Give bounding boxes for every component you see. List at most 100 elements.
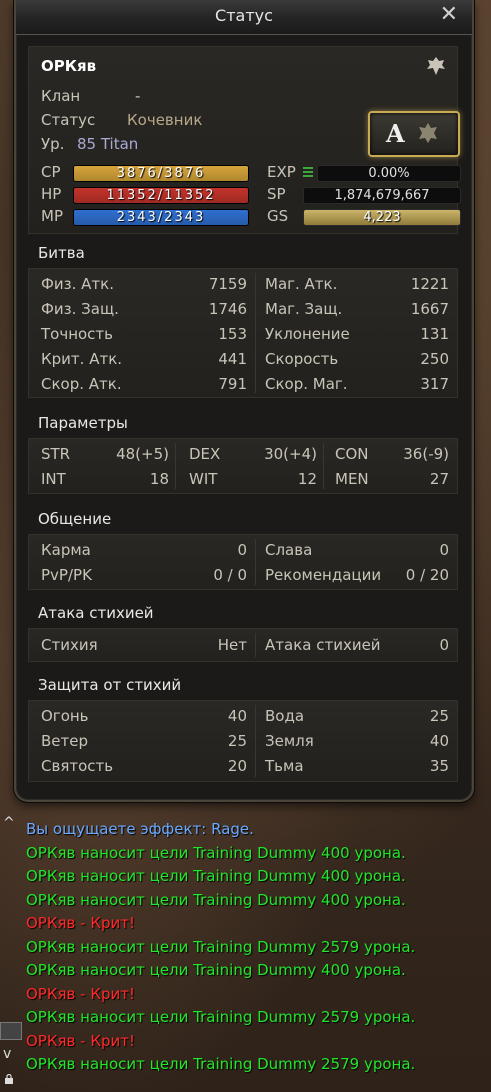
chat-line: ОРКяв наносит цели Training Dummy 400 ур… — [26, 961, 406, 979]
element-attack-label: Атака стихией — [265, 636, 381, 654]
element-label: Стихия — [41, 636, 98, 654]
recommendations-label: Рекомендации — [265, 566, 382, 584]
battle-left-1-label: Физ. Защ. — [41, 300, 119, 318]
exp-value: 0.00% — [368, 166, 410, 181]
battle-right-2-label: Уклонение — [265, 325, 350, 343]
battle-right-2-value: 131 — [420, 325, 449, 343]
cp-text: 3876/3876 — [116, 166, 206, 181]
hp-label: HP — [41, 185, 62, 203]
battle-left-4-label: Скор. Атк. — [41, 375, 122, 393]
fame-label: Слава — [265, 541, 313, 559]
close-icon[interactable]: ✕ — [440, 3, 458, 27]
title-bar[interactable]: Статус ✕ — [16, 0, 472, 35]
earth-value: 40 — [429, 732, 449, 750]
element-defense-header: Защита от стихий — [38, 676, 182, 694]
param-con-value: 36(-9) — [403, 445, 449, 463]
params-divider-1 — [175, 443, 176, 489]
social-panel: Карма 0 PvP/PK 0 / 0 Слава 0 Рекомендаци… — [28, 534, 458, 590]
battle-left-0-label: Физ. Атк. — [41, 275, 115, 293]
param-dex-value: 30(+4) — [264, 445, 317, 463]
element-attack-panel: Стихия Нет Атака стихией 0 — [28, 628, 458, 662]
params-panel: STR 48(+5) DEX 30(+4) CON 36(-9) INT 18 … — [28, 438, 458, 494]
battle-right-4-label: Скор. Маг. — [265, 375, 348, 393]
chat-scroll-up-icon[interactable]: ^ — [3, 815, 15, 831]
battle-left-2-value: 153 — [218, 325, 247, 343]
recommendations-value: 0 / 20 — [405, 566, 449, 584]
status-label: Статус — [41, 111, 96, 129]
params-divider-2 — [323, 443, 324, 489]
mp-bar: 2343/2343 — [73, 209, 249, 226]
cp-label: CP — [41, 163, 61, 181]
param-str-value: 48(+5) — [116, 445, 169, 463]
wind-value: 25 — [227, 732, 247, 750]
status-window: Статус ✕ ОРКяв Клан - Статус Кочевник Ур… — [14, 0, 474, 802]
element-attack-header: Атака стихией — [38, 604, 154, 622]
character-name: ОРКяв — [41, 57, 97, 75]
chat-line: ОРКяв - Крит! — [26, 1031, 135, 1050]
level-value: 85 Titan — [77, 135, 139, 153]
grade-emblem-icon — [419, 123, 437, 143]
exp-indicator-icon — [303, 167, 313, 177]
battle-left-4-value: 791 — [218, 375, 247, 393]
chat-line: ОРКяв наносит цели Training Dummy 400 ур… — [26, 843, 406, 862]
holy-value: 20 — [227, 757, 247, 775]
chat-scrollbar[interactable] — [0, 1022, 22, 1040]
chat-line: ОРКяв - Крит! — [26, 914, 135, 932]
dark-value: 35 — [429, 757, 449, 775]
chat-scroll-down-icon[interactable]: v — [3, 1046, 11, 1062]
hp-bar: 11352/11352 — [73, 187, 249, 204]
chat-line: ОРКяв наносит цели Training Dummy 2579 у… — [26, 1008, 416, 1026]
chat-line: ОРКяв наносит цели Training Dummy 400 ур… — [26, 867, 406, 885]
param-con-label: CON — [335, 445, 369, 463]
battle-panel: Физ. Атк. 7159 Физ. Защ. 1746 Точность 1… — [28, 268, 458, 398]
gs-box: 4,223 — [303, 209, 461, 226]
battle-right-1-value: 1667 — [410, 300, 449, 318]
battle-header: Битва — [38, 244, 85, 262]
status-value: Кочевник — [127, 111, 203, 129]
chat-lock-icon[interactable] — [4, 1074, 14, 1084]
battle-right-0-label: Маг. Атк. — [265, 275, 338, 293]
fire-value: 40 — [227, 707, 247, 725]
param-int-label: INT — [41, 470, 66, 488]
sp-value: 1,874,679,667 — [334, 188, 430, 203]
grade-letter: A — [386, 119, 405, 148]
battle-left-3-value: 441 — [218, 350, 247, 368]
element-attack-divider — [255, 633, 256, 657]
param-str-label: STR — [41, 445, 71, 463]
fire-label: Огонь — [41, 707, 89, 725]
wind-label: Ветер — [41, 732, 89, 750]
battle-left-0-value: 7159 — [208, 275, 247, 293]
water-value: 25 — [429, 707, 449, 725]
param-men-label: MEN — [335, 470, 369, 488]
param-dex-label: DEX — [189, 445, 221, 463]
window-title: Статус — [215, 6, 273, 25]
param-men-value: 27 — [429, 470, 449, 488]
cp-bar: 3876/3876 — [73, 165, 249, 182]
gs-label: GS — [267, 207, 289, 225]
holy-label: Святость — [41, 757, 114, 775]
social-header: Общение — [38, 510, 112, 528]
battle-left-3-label: Крит. Атк. — [41, 350, 123, 368]
chat-line: ОРКяв - Крит! — [26, 984, 135, 1003]
param-int-value: 18 — [149, 470, 169, 488]
grade-button[interactable]: A — [368, 111, 460, 157]
sp-label: SP — [267, 185, 286, 203]
chat-line: Вы ощущаете эффект: Rage. — [26, 820, 254, 838]
karma-label: Карма — [41, 541, 91, 559]
battle-left-2-label: Точность — [41, 325, 114, 343]
battle-right-1-label: Маг. Защ. — [265, 300, 343, 318]
sp-box: 1,874,679,667 — [303, 187, 461, 204]
exp-label: EXP — [267, 163, 296, 181]
character-panel: ОРКяв Клан - Статус Кочевник Ур. 85 Tita… — [28, 46, 461, 234]
battle-divider — [255, 273, 256, 393]
clan-value: - — [135, 87, 141, 105]
hp-text: 11352/11352 — [106, 188, 216, 203]
chat-line: ОРКяв наносит цели Training Dummy 2579 у… — [26, 1055, 416, 1073]
pvp-value: 0 / 0 — [213, 566, 247, 584]
element-defense-panel: Огонь 40 Ветер 25 Святость 20 Вода 25 Зе… — [28, 700, 458, 782]
level-label: Ур. — [41, 135, 65, 153]
battle-right-3-label: Скорость — [265, 350, 339, 368]
clan-label: Клан — [41, 87, 81, 105]
param-wit-value: 12 — [297, 470, 317, 488]
chat-line: ОРКяв наносит цели Training Dummy 400 ур… — [26, 890, 406, 909]
